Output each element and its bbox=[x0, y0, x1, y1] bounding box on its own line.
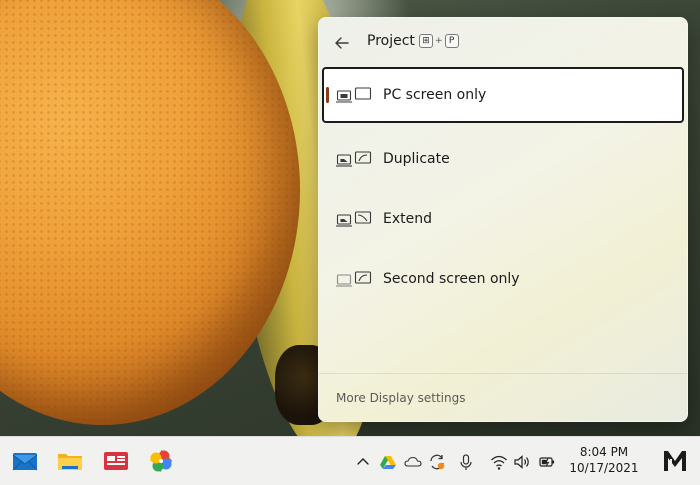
option-label: PC screen only bbox=[383, 87, 487, 103]
option-label: Second screen only bbox=[383, 271, 520, 287]
duplicate-icon bbox=[336, 151, 372, 167]
option-pc-screen-only[interactable]: PC screen only bbox=[322, 67, 684, 123]
windows-key: ⊞ bbox=[419, 34, 433, 48]
clock-date: 10/17/2021 bbox=[569, 461, 639, 475]
sync-icon[interactable] bbox=[428, 453, 446, 471]
flyout-title: Project bbox=[367, 33, 415, 49]
shortcut-plus: + bbox=[435, 36, 443, 46]
project-flyout: Project ⊞ + P PC screen only Duplicate E… bbox=[318, 17, 688, 422]
option-second-screen-only[interactable]: Second screen only bbox=[322, 251, 684, 307]
option-duplicate[interactable]: Duplicate bbox=[322, 131, 684, 187]
wallpaper-orange bbox=[0, 0, 300, 425]
mail-icon[interactable] bbox=[11, 447, 39, 475]
flyout-divider bbox=[319, 373, 687, 374]
second-screen-only-icon bbox=[336, 271, 372, 287]
option-extend[interactable]: Extend bbox=[322, 191, 684, 247]
extend-icon bbox=[336, 211, 372, 227]
google-drive-icon[interactable] bbox=[379, 453, 397, 471]
news-icon[interactable] bbox=[102, 447, 130, 475]
volume-icon[interactable] bbox=[513, 453, 531, 471]
orange-texture bbox=[0, 0, 300, 425]
photos-icon[interactable] bbox=[147, 447, 175, 475]
battery-icon[interactable] bbox=[538, 453, 556, 471]
watermark-logo-icon bbox=[664, 451, 686, 471]
taskbar: 8:04 PM 10/17/2021 bbox=[0, 436, 700, 485]
option-label: Duplicate bbox=[383, 151, 450, 167]
onedrive-icon[interactable] bbox=[404, 453, 422, 471]
p-key: P bbox=[444, 34, 459, 48]
clock-time: 8:04 PM bbox=[579, 445, 629, 459]
flyout-header: Project ⊞ + P bbox=[319, 18, 687, 66]
wifi-icon[interactable] bbox=[490, 453, 508, 471]
keyboard-shortcut: ⊞ + P bbox=[419, 34, 459, 48]
more-display-settings-link[interactable]: More Display settings bbox=[336, 391, 465, 405]
file-explorer-icon[interactable] bbox=[56, 447, 84, 475]
pc-screen-only-icon bbox=[336, 87, 372, 103]
option-label: Extend bbox=[383, 211, 432, 227]
chevron-up-icon[interactable] bbox=[354, 453, 372, 471]
selection-indicator bbox=[326, 87, 329, 103]
back-arrow-icon[interactable] bbox=[331, 32, 353, 54]
system-clock[interactable]: 8:04 PM 10/17/2021 bbox=[566, 444, 642, 476]
microphone-icon[interactable] bbox=[457, 453, 475, 471]
